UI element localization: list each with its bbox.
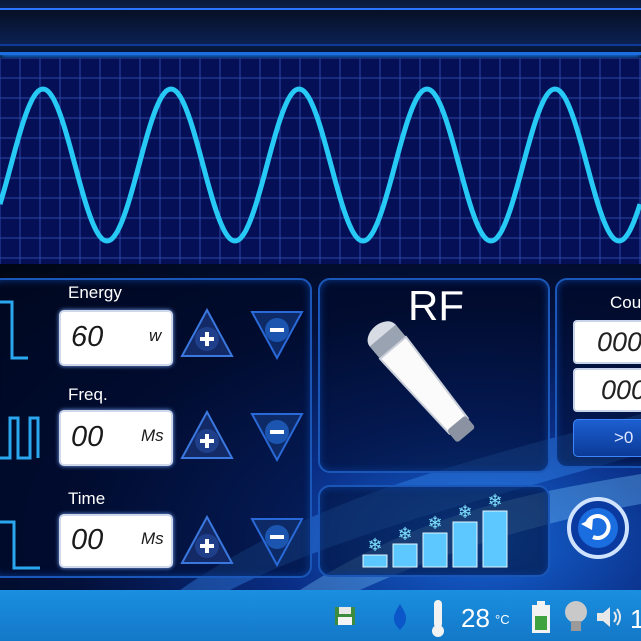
speaker-icon[interactable] <box>595 604 625 630</box>
snowflake-icon: ❄ <box>487 491 502 511</box>
freq-label: Freq. <box>68 385 108 404</box>
water-drop-icon <box>393 604 407 630</box>
time-decrease-button[interactable] <box>250 517 304 567</box>
time-label: Time <box>68 489 106 508</box>
energy-value: 60 <box>71 321 104 353</box>
waveform-display <box>0 57 641 264</box>
rf-handpiece-icon[interactable] <box>340 300 500 460</box>
temperature-unit: °C <box>495 612 510 627</box>
snowflake-icon: ❄ <box>367 535 382 555</box>
counter-reset-label: >0 <box>614 428 634 447</box>
cooling-bar-3[interactable] <box>422 532 448 568</box>
energy-label: Energy <box>68 283 122 302</box>
status-trailing-text: 1 <box>630 604 641 634</box>
thermometer-icon <box>432 600 444 637</box>
energy-decrease-button[interactable] <box>250 310 304 360</box>
pulse-icons <box>0 300 40 570</box>
lightbulb-icon <box>565 601 587 631</box>
cooling-bar-4[interactable] <box>452 521 478 568</box>
counter-title: Cou <box>610 293 641 312</box>
cooling-bar-2[interactable] <box>392 543 418 568</box>
freq-field[interactable]: 00 Ms <box>59 410 173 466</box>
energy-pulse-icon <box>0 300 28 360</box>
snowflake-icon: ❄ <box>457 502 472 522</box>
top-bar <box>0 0 641 55</box>
energy-unit: w <box>149 326 162 345</box>
freq-decrease-button[interactable] <box>250 412 304 462</box>
time-pulse-icon <box>0 520 40 570</box>
counter-field-1: 000 <box>573 320 641 364</box>
battery-icon <box>532 601 550 633</box>
time-increase-button[interactable] <box>180 515 234 565</box>
freq-increase-button[interactable] <box>180 410 234 460</box>
snowflake-icon: ❄ <box>427 513 442 533</box>
minus-icon <box>250 518 304 567</box>
cooling-level-bars[interactable]: ❄ ❄ ❄ ❄ ❄ <box>355 485 515 571</box>
freq-unit: Ms <box>141 426 164 445</box>
minus-icon <box>250 311 304 360</box>
plus-icon <box>180 308 234 357</box>
time-unit: Ms <box>141 529 164 548</box>
counter-value-2: 000 <box>601 375 641 405</box>
energy-field[interactable]: 60 w <box>59 310 173 366</box>
counter-value-1: 000 <box>597 327 641 357</box>
temperature-value: 28 <box>461 603 490 633</box>
waveform-graph <box>0 57 641 264</box>
counter-field-2: 000 <box>573 368 641 412</box>
cooling-bar-5[interactable] <box>482 510 508 568</box>
energy-increase-button[interactable] <box>180 308 234 358</box>
freq-value: 00 <box>71 421 104 453</box>
undo-arrow-icon <box>567 497 629 559</box>
back-button[interactable] <box>567 497 629 559</box>
plus-icon <box>180 410 234 459</box>
minus-icon <box>250 413 304 462</box>
cooling-bar-1[interactable] <box>362 554 388 568</box>
save-icon[interactable] <box>333 603 359 629</box>
freq-pulse-icon <box>0 416 40 460</box>
time-field[interactable]: 00 Ms <box>59 514 173 568</box>
time-value: 00 <box>71 524 104 556</box>
snowflake-icon: ❄ <box>397 524 412 544</box>
plus-icon <box>180 515 234 564</box>
top-bar-inner <box>0 8 641 46</box>
counter-reset-button[interactable]: >0 <box>573 419 641 457</box>
